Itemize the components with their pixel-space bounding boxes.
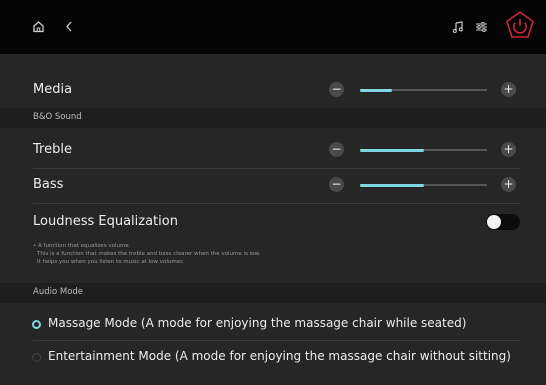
home-icon[interactable] bbox=[32, 20, 45, 36]
audio-mode-section-label: Audio Mode bbox=[33, 287, 84, 297]
divider bbox=[33, 203, 520, 204]
media-plus-button[interactable]: + bbox=[501, 82, 516, 97]
bass-minus-button[interactable]: − bbox=[329, 177, 344, 192]
loudness-toggle[interactable] bbox=[486, 214, 520, 230]
entertainment-mode-radio[interactable] bbox=[32, 353, 41, 362]
bass-slider[interactable] bbox=[360, 183, 487, 187]
divider bbox=[33, 168, 520, 169]
treble-plus-button[interactable]: + bbox=[501, 142, 516, 157]
audio-mode-section-header: Audio Mode bbox=[0, 283, 546, 303]
massage-mode-radio[interactable] bbox=[32, 320, 41, 329]
note-line: • A function that equalizes volume bbox=[33, 243, 129, 249]
treble-slider[interactable] bbox=[360, 148, 487, 152]
note-line: This is a function that makes the treble… bbox=[37, 251, 261, 257]
media-slider-fill bbox=[360, 88, 392, 92]
treble-slider-fill bbox=[360, 148, 424, 152]
media-label: Media bbox=[33, 82, 73, 97]
massage-mode-label[interactable]: Massage Mode (A mode for enjoying the ma… bbox=[48, 316, 466, 330]
top-bar bbox=[0, 0, 546, 54]
divider bbox=[33, 340, 520, 341]
note-line: It helps you when you listen to music at… bbox=[37, 259, 183, 265]
entertainment-mode-label[interactable]: Entertainment Mode (A mode for enjoying … bbox=[48, 349, 511, 363]
bass-label: Bass bbox=[33, 177, 64, 192]
music-note-icon[interactable] bbox=[452, 21, 464, 36]
bo-sound-section-header: B&O Sound bbox=[0, 108, 546, 128]
bo-sound-section-label: B&O Sound bbox=[33, 112, 82, 122]
toggle-knob bbox=[487, 215, 501, 229]
media-minus-button[interactable]: − bbox=[329, 82, 344, 97]
bass-plus-button[interactable]: + bbox=[501, 177, 516, 192]
bass-slider-fill bbox=[360, 183, 424, 187]
loudness-label: Loudness Equalization bbox=[33, 214, 178, 229]
treble-label: Treble bbox=[33, 142, 72, 157]
power-icon[interactable] bbox=[504, 10, 536, 42]
treble-minus-button[interactable]: − bbox=[329, 142, 344, 157]
media-slider[interactable] bbox=[360, 88, 487, 92]
loudness-description: • A function that equalizes volume This … bbox=[33, 242, 260, 266]
sliders-icon[interactable] bbox=[475, 21, 488, 36]
chevron-left-icon[interactable] bbox=[64, 20, 74, 36]
